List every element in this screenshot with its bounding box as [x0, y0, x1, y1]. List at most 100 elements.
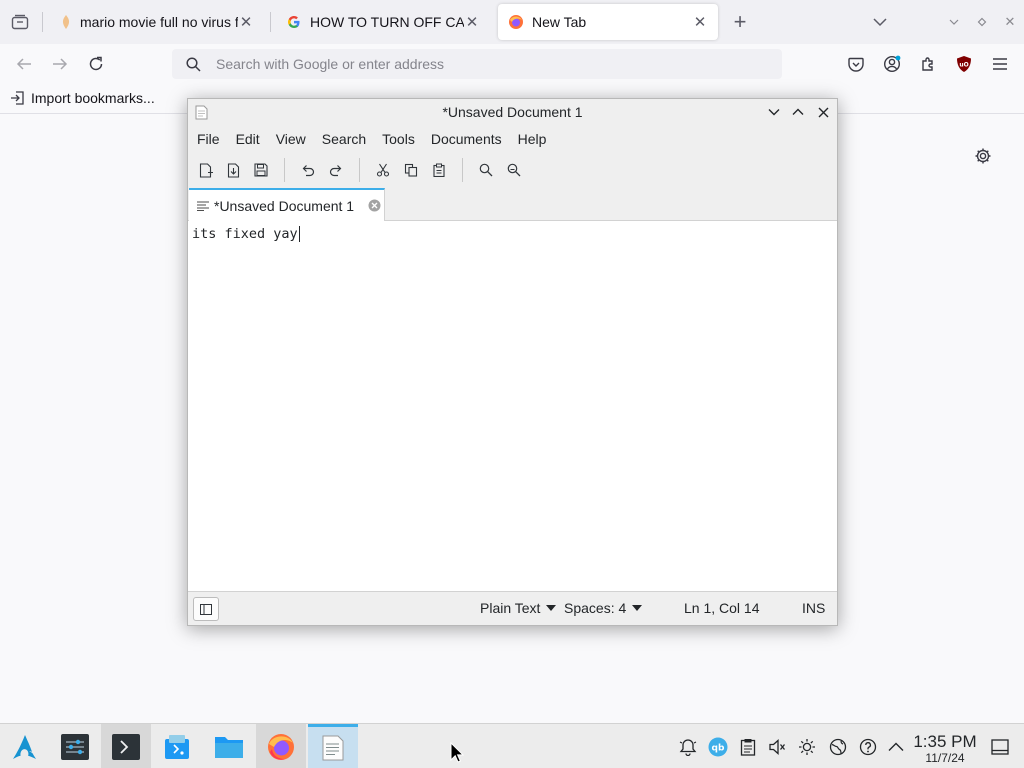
extensions-button[interactable] — [918, 54, 938, 74]
editor-document-tab[interactable]: *Unsaved Document 1 — [189, 188, 385, 221]
hamburger-menu-icon — [993, 58, 1007, 70]
volume-muted-icon[interactable] — [767, 737, 787, 757]
maximize-window-button[interactable] — [974, 14, 990, 30]
back-button[interactable] — [14, 54, 34, 74]
copy-icon — [404, 163, 418, 177]
import-icon — [11, 91, 24, 105]
puzzle-icon — [922, 57, 933, 71]
application-launcher[interactable] — [0, 724, 50, 768]
dropdown-arrow-icon — [546, 605, 557, 611]
google-icon — [288, 16, 300, 28]
undo-button[interactable] — [298, 160, 318, 180]
open-document-button[interactable] — [224, 160, 244, 180]
close-tab-icon[interactable] — [368, 199, 381, 212]
taskbar-firefox[interactable] — [256, 724, 306, 768]
taskbar-settings[interactable] — [50, 724, 100, 768]
maximize-icon — [977, 17, 987, 27]
taskbar-software-center[interactable] — [152, 724, 202, 768]
menu-tools[interactable]: Tools — [375, 131, 422, 147]
firefox-view-button[interactable] — [8, 12, 32, 32]
paste-button[interactable] — [429, 160, 449, 180]
close-icon[interactable]: ✕ — [238, 14, 254, 31]
pocket-button[interactable] — [846, 54, 866, 74]
qbittorrent-icon[interactable]: qb — [708, 737, 728, 757]
side-panel-icon — [200, 603, 212, 615]
toolbar-separator — [359, 158, 360, 182]
package-manager-icon — [165, 734, 189, 759]
editor-title-bar[interactable]: *Unsaved Document 1 — [188, 99, 837, 126]
browser-tab-bar: mario movie full no virus f ✕ HOW TO TUR… — [0, 0, 1024, 44]
menu-search[interactable]: Search — [315, 131, 373, 147]
terminal-icon — [112, 733, 140, 760]
digital-clock[interactable]: 1:35 PM 11/7/24 — [910, 733, 980, 764]
menu-view[interactable]: View — [269, 131, 313, 147]
firefox-icon — [509, 15, 523, 29]
import-bookmarks-button[interactable]: Import bookmarks... — [10, 90, 155, 106]
new-tab-button[interactable]: + — [730, 9, 750, 34]
close-window-button[interactable]: ✕ — [1002, 14, 1018, 30]
help-icon[interactable] — [858, 737, 878, 757]
toggle-side-panel-button[interactable] — [193, 597, 219, 621]
close-icon[interactable]: ✕ — [464, 14, 480, 31]
forward-button[interactable] — [50, 54, 70, 74]
minimize-window-button[interactable] — [946, 14, 962, 30]
show-desktop-icon[interactable] — [990, 737, 1010, 757]
network-icon[interactable] — [828, 737, 848, 757]
new-tab-settings-button[interactable] — [972, 145, 994, 167]
taskbar-terminal[interactable] — [101, 724, 151, 768]
menu-documents[interactable]: Documents — [424, 131, 509, 147]
menu-file[interactable]: File — [190, 131, 227, 147]
account-button[interactable] — [882, 54, 902, 74]
find-replace-icon — [507, 163, 521, 177]
clock-date: 11/7/24 — [925, 751, 965, 765]
tab-separator — [270, 12, 271, 32]
editor-minimize-button[interactable] — [766, 104, 782, 120]
save-icon — [254, 163, 268, 177]
url-placeholder: Search with Google or enter address — [216, 56, 445, 72]
reload-button[interactable] — [86, 54, 106, 74]
notifications-icon[interactable] — [678, 737, 698, 757]
menu-help[interactable]: Help — [511, 131, 554, 147]
taskbar-text-editor[interactable] — [308, 724, 358, 768]
clipboard-icon[interactable] — [738, 737, 758, 757]
redo-button[interactable] — [326, 160, 346, 180]
editor-text-area[interactable]: its fixed yay — [188, 221, 837, 591]
copy-button[interactable] — [401, 160, 421, 180]
insert-mode-label: INS — [802, 600, 826, 616]
account-icon — [883, 55, 901, 73]
tray-expand-icon[interactable] — [886, 737, 906, 757]
scissors-icon — [376, 163, 390, 177]
syntax-highlight-selector[interactable]: Plain Text — [480, 600, 557, 616]
settings-sliders-icon — [61, 733, 89, 760]
find-replace-button[interactable] — [504, 160, 524, 180]
url-bar[interactable]: Search with Google or enter address — [172, 49, 782, 79]
find-button[interactable] — [476, 160, 496, 180]
ublock-origin-button[interactable]: uO — [954, 53, 974, 75]
toolbar-separator — [462, 158, 463, 182]
editor-close-button[interactable] — [815, 104, 831, 120]
firefox-view-icon — [11, 14, 29, 30]
app-menu-button[interactable] — [990, 54, 1010, 74]
undo-icon — [302, 165, 315, 177]
browser-tab-caps[interactable]: HOW TO TURN OFF CAPS ( ✕ — [276, 4, 490, 40]
indent-selector[interactable]: Spaces: 4 — [564, 600, 643, 616]
reload-icon — [89, 56, 103, 71]
brightness-icon[interactable] — [797, 737, 817, 757]
search-icon — [479, 163, 493, 177]
toolbar-separator — [284, 158, 285, 182]
list-all-tabs-button[interactable] — [870, 12, 890, 32]
editor-window-title: *Unsaved Document 1 — [442, 104, 583, 120]
editor-maximize-button[interactable] — [790, 104, 806, 120]
browser-tab-new-tab[interactable]: New Tab ✕ — [498, 4, 718, 40]
save-button[interactable] — [251, 160, 271, 180]
insert-mode[interactable]: INS — [802, 600, 825, 616]
gear-icon — [975, 148, 991, 164]
new-document-button[interactable] — [196, 160, 216, 180]
editor-toolbar — [188, 152, 837, 188]
text-editor-icon — [322, 735, 344, 761]
browser-tab-mario[interactable]: mario movie full no virus f ✕ — [50, 4, 264, 40]
menu-edit[interactable]: Edit — [229, 131, 267, 147]
cut-button[interactable] — [373, 160, 393, 180]
taskbar-file-manager[interactable] — [204, 724, 254, 768]
close-icon[interactable]: ✕ — [692, 14, 708, 31]
